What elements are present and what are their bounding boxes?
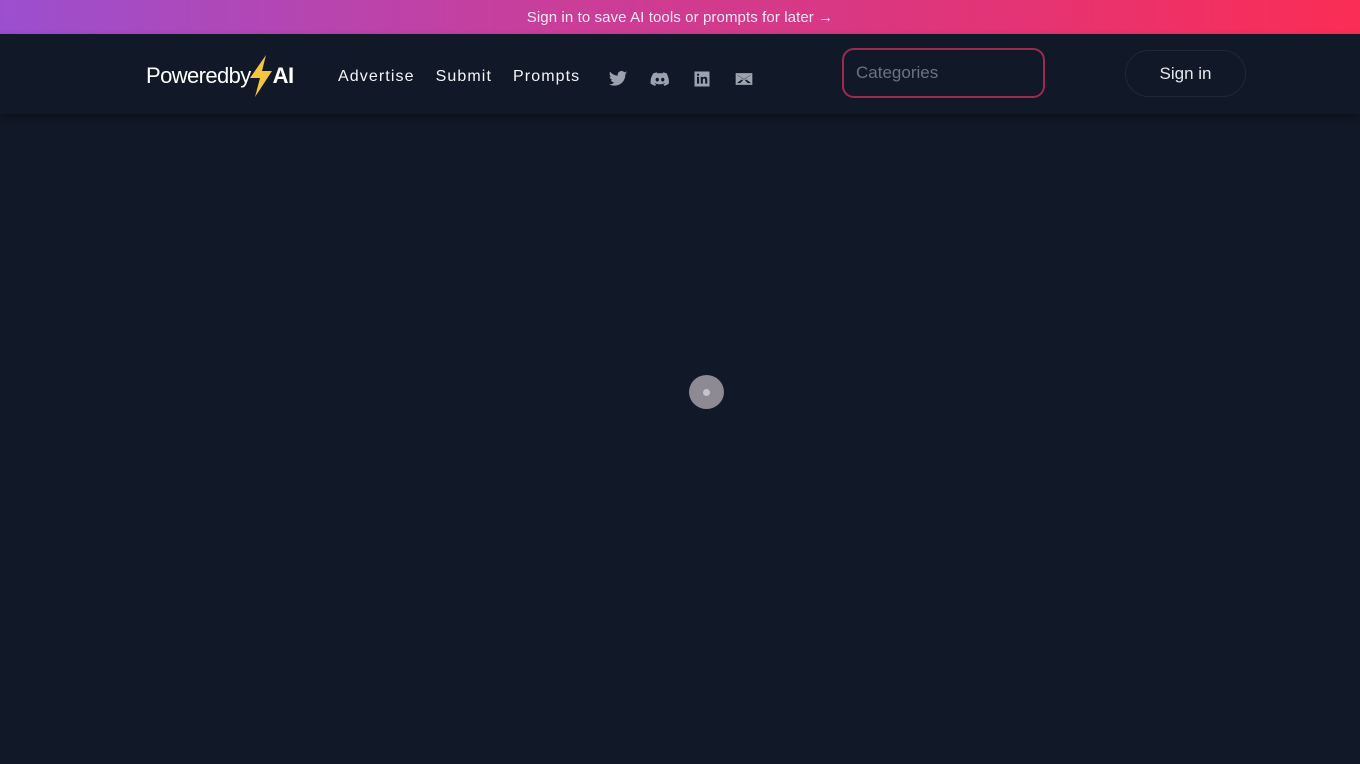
sign-in-button[interactable]: Sign in: [1125, 50, 1246, 97]
site-header: Poweredby AI Advertise Submit Prompts Si…: [0, 34, 1360, 114]
logo-wordmark: Poweredby: [146, 63, 251, 88]
nav-prompts[interactable]: Prompts: [513, 68, 580, 86]
twitter-icon[interactable]: [608, 69, 628, 89]
email-icon[interactable]: [734, 69, 754, 89]
categories-search-input[interactable]: [842, 48, 1045, 98]
lightning-bolt-icon: [249, 55, 272, 97]
social-links: [608, 69, 754, 89]
loading-spinner: [689, 375, 724, 409]
loading-spinner-dot: [703, 388, 710, 396]
linkedin-icon[interactable]: [692, 69, 712, 89]
site-logo[interactable]: Poweredby AI: [146, 54, 294, 98]
main-nav: Advertise Submit Prompts: [338, 68, 580, 86]
logo-ai: AI: [272, 63, 295, 88]
promo-banner-link[interactable]: Sign in to save AI tools or prompts for …: [527, 9, 834, 26]
discord-icon[interactable]: [650, 69, 670, 89]
nav-advertise[interactable]: Advertise: [338, 68, 415, 86]
nav-submit[interactable]: Submit: [436, 68, 492, 86]
promo-banner: Sign in to save AI tools or prompts for …: [0, 0, 1360, 34]
